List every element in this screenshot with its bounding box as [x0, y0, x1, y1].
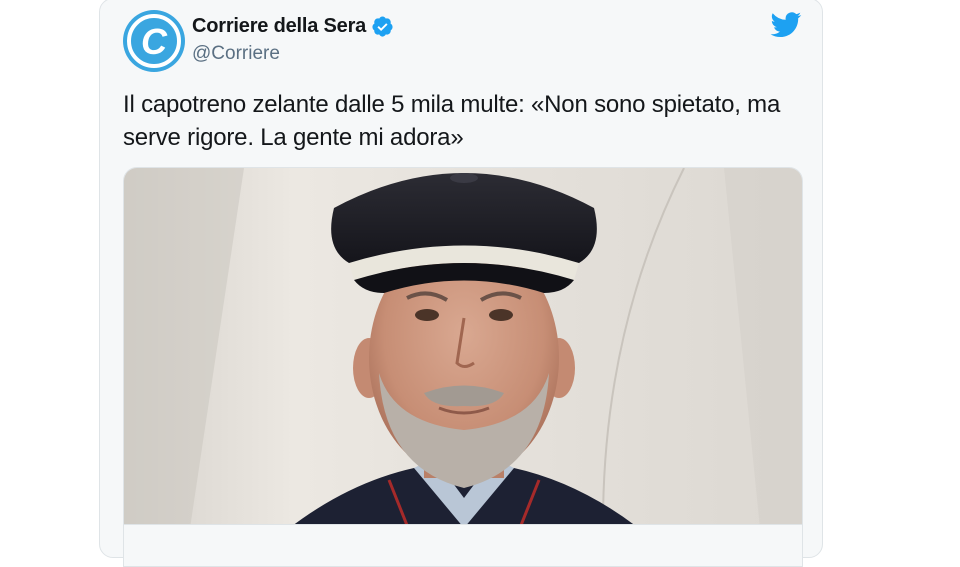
display-name[interactable]: Corriere della Sera — [192, 15, 366, 38]
verified-badge-icon — [372, 16, 393, 37]
corriere-logo-icon: C — [123, 10, 185, 72]
tweet-photo[interactable] — [123, 167, 803, 567]
tweet-text: Il capotreno zelante dalle 5 mila multe:… — [123, 91, 781, 151]
handle[interactable]: @Corriere — [192, 43, 280, 65]
twitter-bird-icon[interactable] — [770, 12, 802, 38]
link-card-footer[interactable] — [124, 524, 802, 566]
author-row: Corriere della Sera — [192, 15, 394, 38]
tweet-card[interactable]: C Corriere della Sera @Corriere Il capot… — [99, 0, 823, 567]
avatar-letter: C — [141, 21, 168, 62]
conductor-photo — [124, 168, 802, 566]
avatar[interactable]: C — [123, 10, 185, 72]
